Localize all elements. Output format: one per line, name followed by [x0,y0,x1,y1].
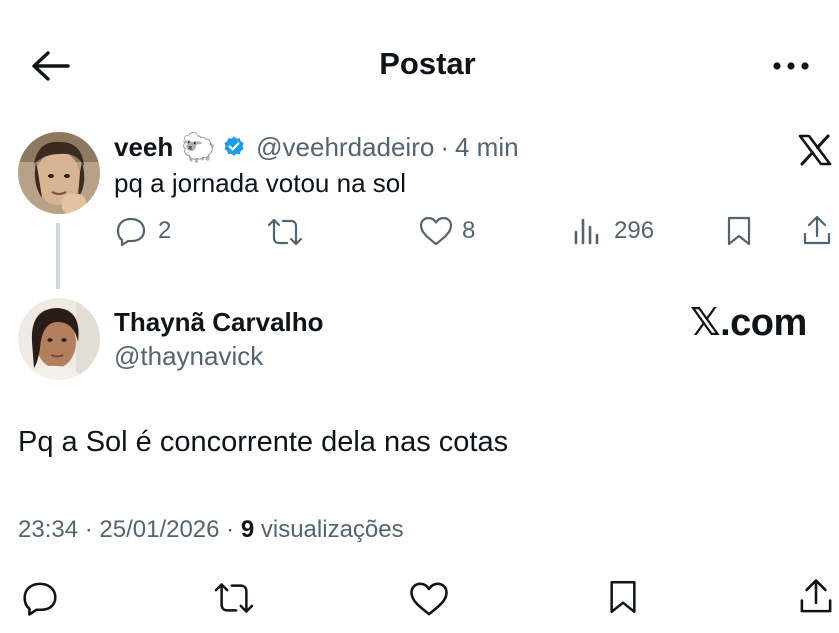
reply-icon [23,582,57,616]
bookmark-icon [610,581,636,613]
share-icon [803,215,831,245]
verified-badge [222,135,246,159]
reply-display-name[interactable]: Thaynã Carvalho [114,307,324,338]
like-button[interactable]: 8 [418,214,475,248]
reply-button-main[interactable] [20,578,60,618]
bookmark-icon [727,216,751,246]
reply-count: 2 [158,217,172,244]
post-meta: 23:34 · 25/01/2026 · 9 visualizações [18,516,404,544]
avatar[interactable] [18,132,100,214]
bookmark-button-main[interactable] [606,577,640,617]
x-logo [798,134,832,166]
reply-text: Pq a Sol é concorrente dela nas cotas [18,426,509,458]
page-title: Postar [379,46,476,81]
sheep-emoji: 🐑 [181,131,217,163]
bookmark-button[interactable] [724,214,754,248]
more-options-button[interactable] [770,54,814,78]
repost-icon [214,583,254,613]
views-button[interactable]: 296 [572,214,654,248]
repost-button[interactable] [266,216,304,248]
verified-badge-icon [224,136,244,156]
like-icon [419,216,453,246]
views-count: 9 [240,516,255,543]
x-com-brand: 𝕏.com [690,302,807,344]
post-time[interactable]: 4 min [455,132,519,163]
share-button[interactable] [800,214,834,248]
like-icon [410,582,448,616]
thread-line [56,223,60,289]
views-icon [574,218,599,245]
like-count: 8 [462,217,476,244]
repost-icon [267,218,303,246]
reply-icon [116,217,146,247]
post-timestamp[interactable]: 23:34 · 25/01/2026 · [18,516,241,543]
view-count: 296 [614,217,655,244]
share-icon [800,579,832,613]
display-name[interactable]: veeh [114,132,173,163]
user-handle[interactable]: @veehrdadeiro [256,132,434,163]
post-header: veeh 🐑 @veehrdadeiro · 4 min [114,130,519,164]
repost-button-main[interactable] [212,580,256,616]
share-button-main[interactable] [796,577,836,617]
more-icon [773,62,809,70]
like-button-main[interactable] [408,580,450,618]
reply-button[interactable]: 2 [114,214,171,248]
separator: · [440,131,449,162]
post-text: pq a jornada votou na sol [114,168,406,198]
avatar[interactable] [18,298,100,380]
reply-user-handle[interactable]: @thaynavick [114,341,263,372]
x-logo-icon [798,134,832,166]
views-label: visualizações [254,516,404,543]
